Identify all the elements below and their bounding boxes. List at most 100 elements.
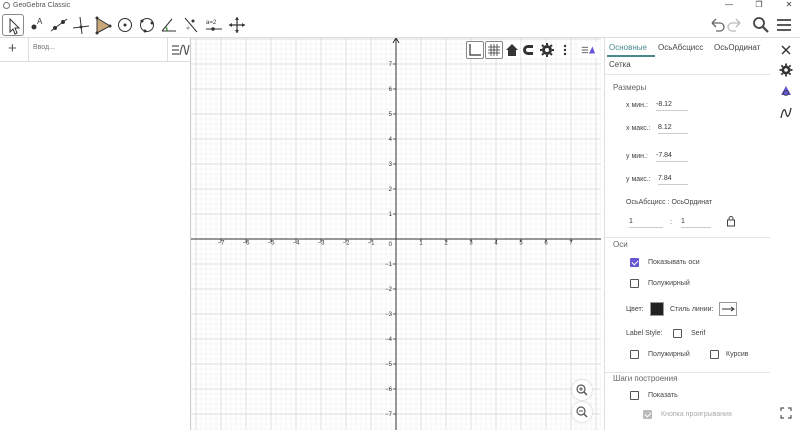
global-settings-button[interactable] [779,63,793,77]
axes-section-title: Оси [613,240,628,249]
point-tool[interactable]: A [26,14,48,36]
x-tick-label: −2 [343,241,351,247]
grid-icon [488,44,500,56]
italic-checkbox[interactable] [710,350,719,359]
bold-checkbox[interactable] [630,279,639,288]
tab-x-axis[interactable]: ОсьАбсцисс [658,43,703,52]
redo-icon [727,18,741,32]
angle-icon [161,18,176,32]
y-tick-label: −2 [385,287,393,293]
axes-icon [469,44,481,56]
axes-ratio-label: ОсьАбсцисс : ОсьОрдинат [626,199,713,206]
close-properties-button[interactable] [779,43,793,57]
point-capturing-button[interactable] [521,42,537,58]
toggle-grid-button[interactable] [485,41,503,59]
graphics-settings-button[interactable] [539,42,555,58]
window-controls: — ❐ ✕ [724,0,794,9]
properties-tabs: Основные ОсьАбсцисс ОсьОрдинат Сетка [605,38,771,74]
ratio-y-field[interactable]: 1 [681,217,711,228]
more-options-button[interactable] [557,42,567,58]
y-tick-label: 2 [389,187,393,193]
minimize-icon[interactable]: — [724,0,734,9]
coordinate-grid: −7 −6 −5 −4 −3 −2 −1 1 2 3 4 5 6 7 7 6 5 4 3 2 1 −1 −2 −3 −4 −5 −6… [191,38,601,430]
circle-three-points-tool[interactable] [136,14,158,36]
show-axes-label: Показывать оси [648,259,700,266]
y-tick-label: −7 [385,412,393,418]
gear-icon [779,63,793,77]
line-style-button[interactable] [719,302,737,316]
y-tick-label: 5 [389,112,393,118]
y-tick-label: −5 [385,362,393,368]
slider-tool[interactable]: a=2 [203,14,225,36]
search-icon [753,17,769,33]
ymax-field[interactable]: 7.84 [658,174,688,185]
x-tick-label: −7 [218,241,226,247]
move-graphics-tool[interactable] [226,14,248,36]
perpendicular-line-icon [72,16,90,35]
window-title: GeoGebra Classic [13,2,71,9]
properties-sidebar [770,38,800,430]
y-tick-label: 3 [389,162,393,168]
close-window-icon[interactable]: ✕ [784,0,794,9]
standard-view-button[interactable] [504,42,520,58]
graphics-properties-button[interactable] [779,84,793,98]
fullscreen-button[interactable] [779,406,793,420]
perpendicular-line-tool[interactable] [70,14,92,36]
dimensions-section-title: Размеры [613,83,647,92]
x-tick-label: 7 [569,241,573,247]
gear-icon [540,43,554,57]
x-tick-label: −6 [243,241,251,247]
graphics-view[interactable]: −7 −6 −5 −4 −3 −2 −1 1 2 3 4 5 6 7 7 6 5 4 3 2 1 −1 −2 −3 −4 −5 −6… [191,38,601,430]
zoom-out-button[interactable] [572,402,592,422]
xmin-field[interactable]: -8.12 [656,100,688,111]
x-tick-label: 2 [444,241,448,247]
ymin-label: y мин.: [626,153,648,160]
label-bold-checkbox[interactable] [630,350,639,359]
slider-icon: a=2 [206,20,222,31]
add-icon[interactable]: + [8,40,17,57]
play-button-checkbox[interactable] [643,410,652,419]
circle-center-icon [118,18,132,32]
polygon-tool[interactable] [92,14,114,36]
show-construction-label: Показать [648,392,678,399]
move-tool[interactable] [2,14,24,36]
toggle-axes-button[interactable] [466,41,484,59]
style-bar-icon [581,46,596,54]
svg-text:a=2: a=2 [206,20,217,26]
y-tick-label: 7 [389,62,393,68]
circle-center-point-tool[interactable] [114,14,136,36]
lock-icon[interactable] [725,215,737,227]
x-tick-label: 6 [544,241,548,247]
show-construction-checkbox[interactable] [630,391,639,400]
redo-button[interactable] [724,14,746,36]
algebra-options-icon [172,44,190,56]
maximize-icon[interactable]: ❐ [754,0,764,9]
zoom-in-button[interactable] [572,380,592,400]
algebra-properties-button[interactable] [779,106,793,120]
y-tick-label: 4 [389,137,393,143]
x-tick-label: 5 [519,241,523,247]
line-style-label: Стиль линии: [670,306,714,313]
ratio-x-field[interactable]: 1 [629,217,663,228]
algebra-input[interactable] [33,44,153,51]
ymin-field[interactable]: -7.84 [656,151,688,162]
reflect-tool[interactable] [180,14,202,36]
serif-checkbox[interactable] [673,329,682,338]
line-tool[interactable] [48,14,70,36]
italic-label: Курсив [726,351,749,358]
algebra-menu-button[interactable] [167,38,191,62]
axis-color-swatch[interactable] [650,302,664,316]
main-menu-button[interactable] [773,14,795,36]
tab-y-axis[interactable]: ОсьОрдинат [714,43,760,52]
serif-label: Serif [691,330,706,337]
xmax-field[interactable]: 8.12 [658,123,688,134]
angle-tool[interactable] [158,14,180,36]
magnet-icon [523,45,533,55]
more-vertical-icon [563,44,567,56]
tab-grid[interactable]: Сетка [609,60,631,69]
tab-basic[interactable]: Основные [609,43,647,52]
x-tick-label: 1 [419,241,423,247]
search-button[interactable] [750,14,772,36]
show-axes-checkbox[interactable] [630,258,639,267]
style-bar-toggle[interactable] [580,42,598,58]
